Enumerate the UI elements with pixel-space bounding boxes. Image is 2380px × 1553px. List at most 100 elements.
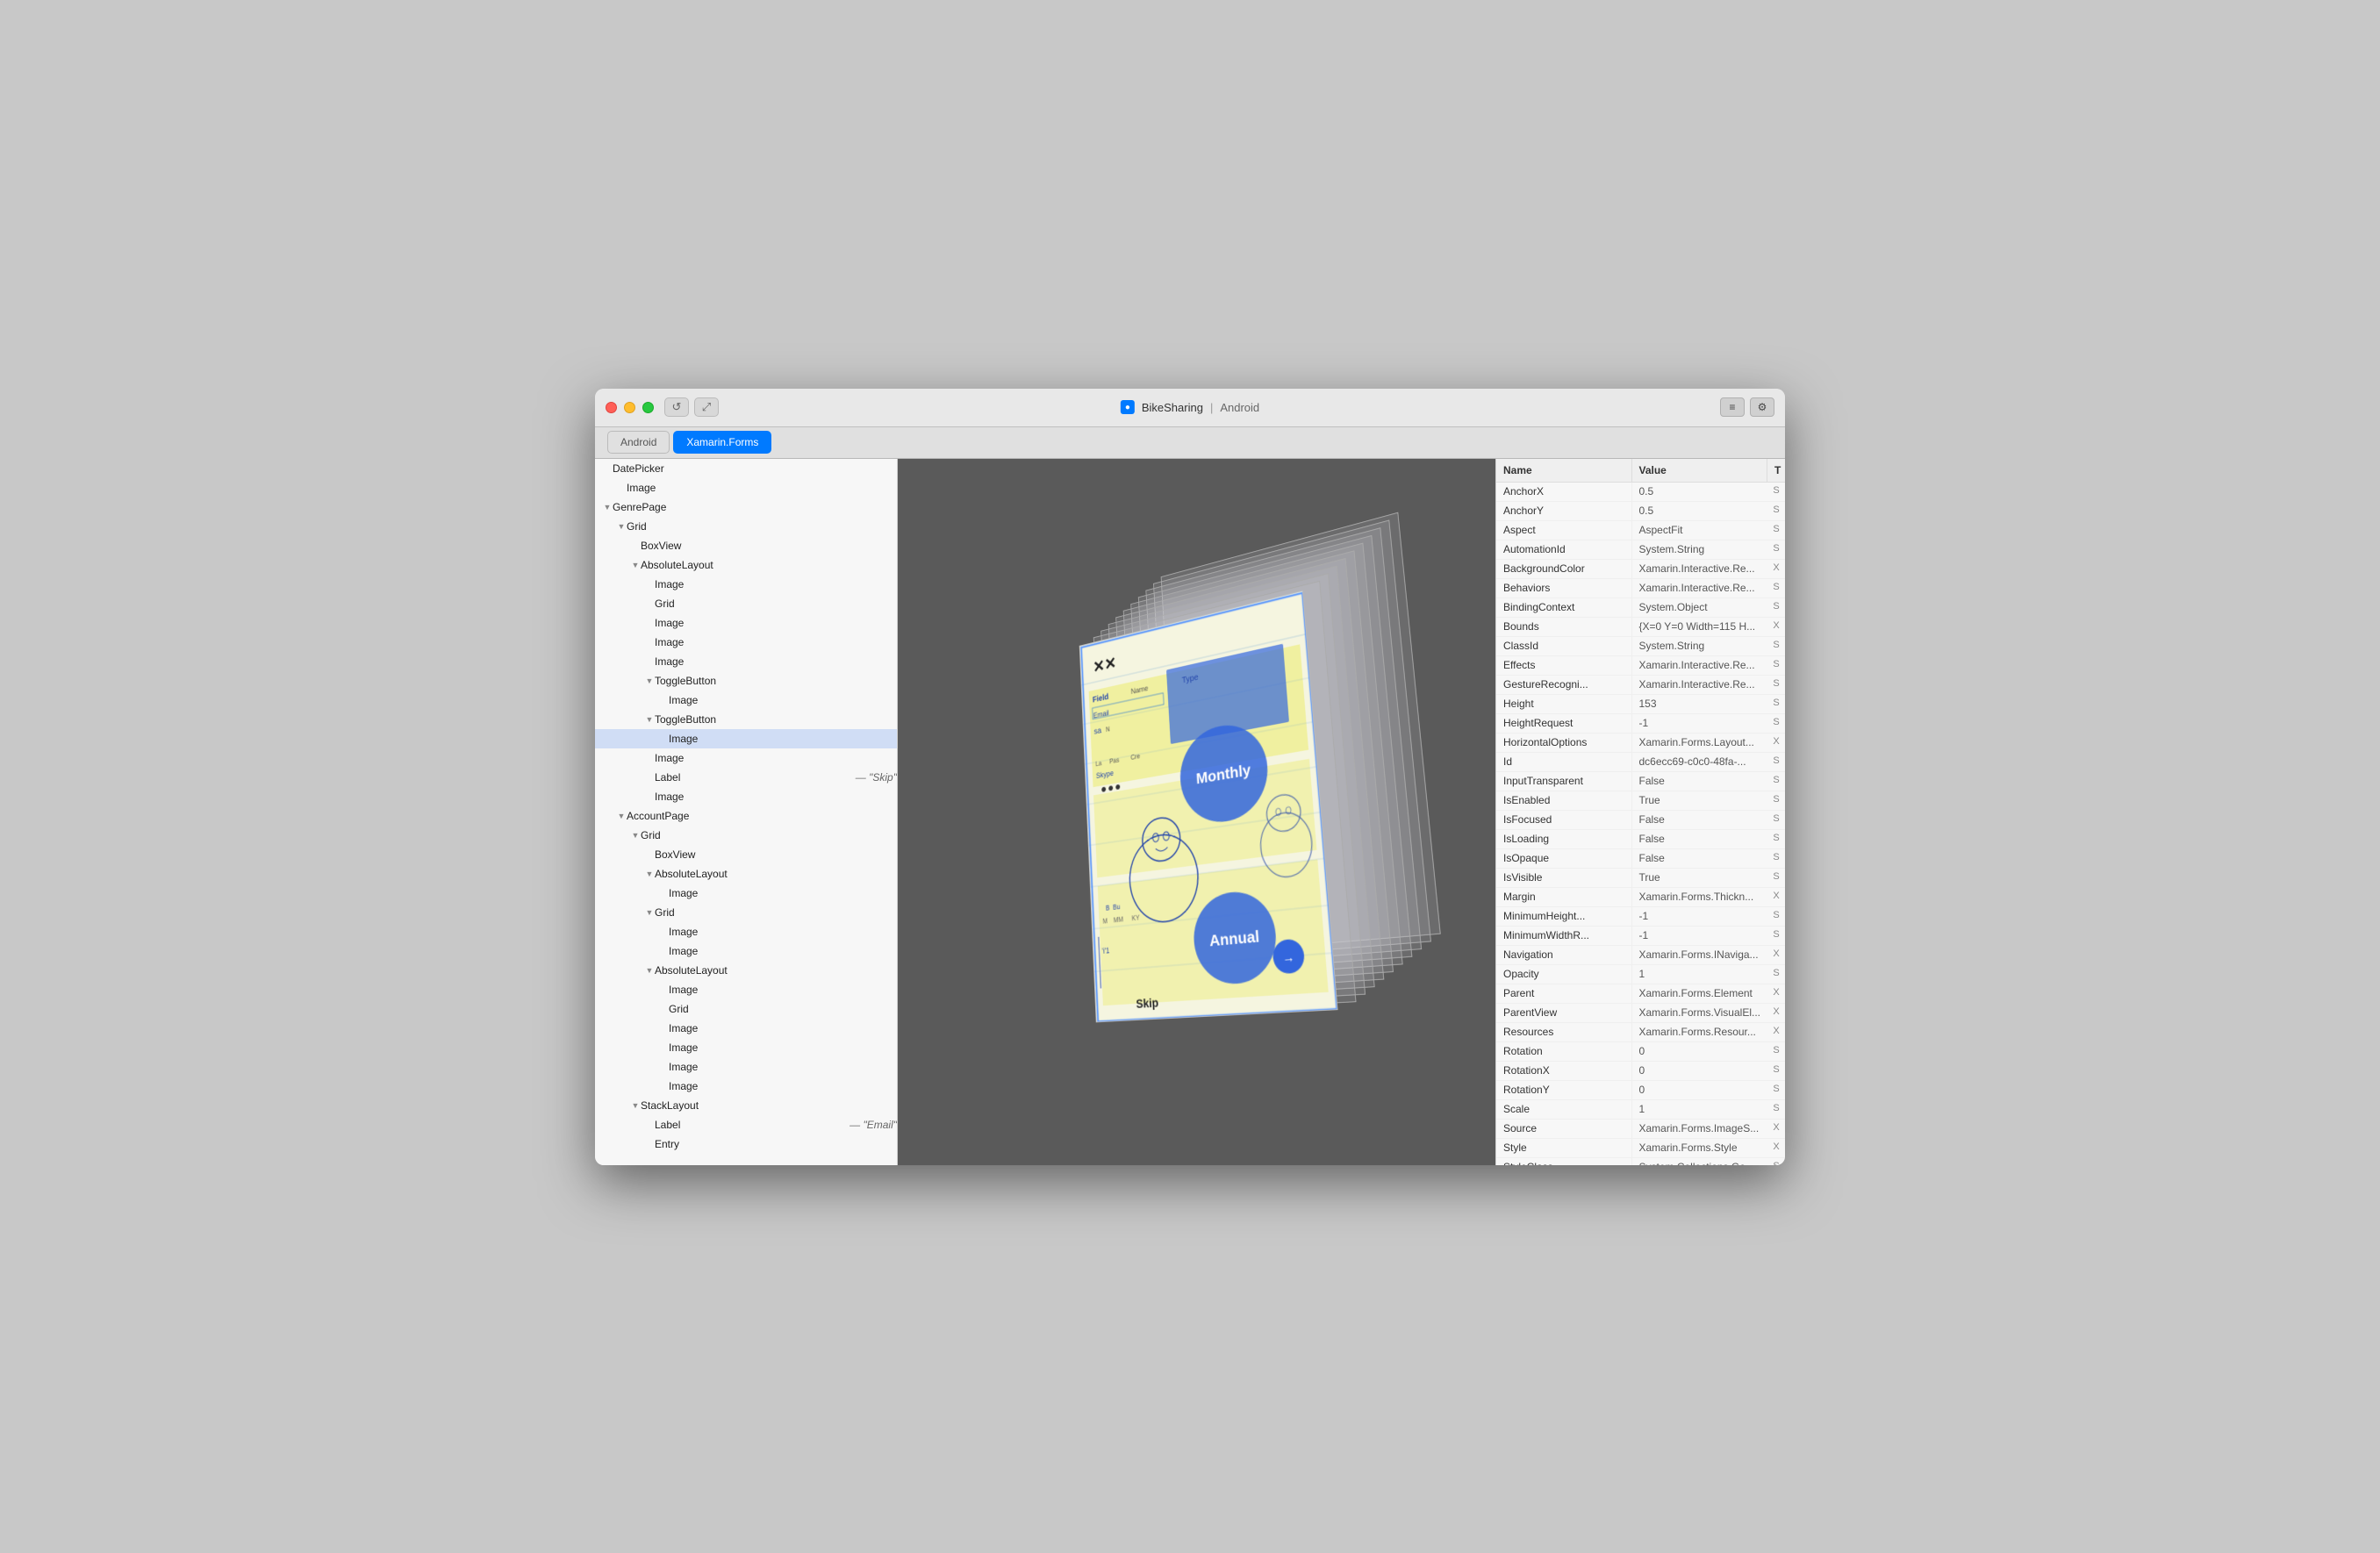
- svg-text:'i'1: 'i'1: [1101, 946, 1109, 955]
- svg-text:KY: KY: [1131, 913, 1139, 922]
- property-name: IsLoading: [1496, 830, 1632, 848]
- property-value[interactable]: 0.5: [1632, 483, 1768, 501]
- tree-item-label: StackLayout: [641, 1099, 897, 1112]
- property-value[interactable]: 0: [1632, 1081, 1768, 1099]
- property-value[interactable]: Xamarin.Interactive.Re...: [1632, 579, 1768, 598]
- property-value[interactable]: System.Collections.Ge...: [1632, 1158, 1768, 1165]
- tree-item[interactable]: Entry: [595, 1134, 897, 1154]
- property-value[interactable]: Xamarin.Forms.Layout...: [1632, 734, 1768, 752]
- property-value[interactable]: System.Object: [1632, 598, 1768, 617]
- property-value[interactable]: AspectFit: [1632, 521, 1768, 540]
- property-row: Opacity1S: [1496, 965, 1785, 984]
- property-value[interactable]: System.String: [1632, 637, 1768, 655]
- property-row: AnchorY0.5S: [1496, 502, 1785, 521]
- tree-item[interactable]: Image: [595, 884, 897, 903]
- property-value[interactable]: Xamarin.Forms.ImageS...: [1632, 1120, 1768, 1138]
- property-type: X: [1767, 618, 1785, 636]
- tree-item[interactable]: Label — "Skip": [595, 768, 897, 787]
- tree-item[interactable]: Grid: [595, 999, 897, 1019]
- tree-item[interactable]: ▼ToggleButton: [595, 671, 897, 691]
- tree-item[interactable]: ▼Grid: [595, 826, 897, 845]
- tree-item[interactable]: ▼Grid: [595, 517, 897, 536]
- tree-item[interactable]: ▼AbsoluteLayout: [595, 555, 897, 575]
- tree-item[interactable]: Grid: [595, 594, 897, 613]
- property-value[interactable]: -1: [1632, 927, 1768, 945]
- tree-item[interactable]: Image: [595, 787, 897, 806]
- tree-item[interactable]: Label — "Email": [595, 1115, 897, 1134]
- tree-item[interactable]: BoxView: [595, 536, 897, 555]
- property-value[interactable]: True: [1632, 791, 1768, 810]
- property-value[interactable]: Xamarin.Forms.Element: [1632, 984, 1768, 1003]
- property-row: MinimumHeight...-1S: [1496, 907, 1785, 927]
- tree-item[interactable]: Image: [595, 941, 897, 961]
- property-value[interactable]: 1: [1632, 965, 1768, 984]
- tree-item[interactable]: Image: [595, 1038, 897, 1057]
- property-value[interactable]: Xamarin.Interactive.Re...: [1632, 676, 1768, 694]
- property-type: X: [1767, 1004, 1785, 1022]
- tree-item[interactable]: Image: [595, 748, 897, 768]
- minimize-button[interactable]: [624, 402, 635, 413]
- tree-item-label: Label: [655, 771, 856, 784]
- tree-item[interactable]: ▼ToggleButton: [595, 710, 897, 729]
- tree-item[interactable]: Image: [595, 980, 897, 999]
- tree-item[interactable]: Image: [595, 1057, 897, 1077]
- property-value[interactable]: Xamarin.Interactive.Re...: [1632, 560, 1768, 578]
- tree-item[interactable]: Image: [595, 729, 897, 748]
- list-view-button[interactable]: ≡: [1720, 397, 1745, 417]
- tree-item-label: Grid: [627, 520, 897, 533]
- nav-button[interactable]: ⤢: [694, 397, 719, 417]
- property-row: Rotation0S: [1496, 1042, 1785, 1062]
- tree-item[interactable]: ▼AbsoluteLayout: [595, 864, 897, 884]
- tree-item[interactable]: ▼Grid: [595, 903, 897, 922]
- tree-item[interactable]: ▼AbsoluteLayout: [595, 961, 897, 980]
- app-window: ↺ ⤢ ● BikeSharing | Android ≡ ⚙ Android …: [595, 389, 1785, 1165]
- property-name: InputTransparent: [1496, 772, 1632, 791]
- property-value[interactable]: -1: [1632, 907, 1768, 926]
- property-row: AutomationIdSystem.StringS: [1496, 540, 1785, 560]
- settings-button[interactable]: ⚙: [1750, 397, 1774, 417]
- property-value[interactable]: -1: [1632, 714, 1768, 733]
- tree-item[interactable]: Image: [595, 633, 897, 652]
- tree-item[interactable]: BoxView: [595, 845, 897, 864]
- tree-item[interactable]: Image: [595, 652, 897, 671]
- property-value[interactable]: Xamarin.Forms.Resour...: [1632, 1023, 1768, 1041]
- property-value[interactable]: 0.5: [1632, 502, 1768, 520]
- property-value[interactable]: 153: [1632, 695, 1768, 713]
- tree-item[interactable]: Image: [595, 1019, 897, 1038]
- tree-item[interactable]: DatePicker: [595, 459, 897, 478]
- tree-item[interactable]: Image: [595, 575, 897, 594]
- property-value[interactable]: False: [1632, 849, 1768, 868]
- tree-item[interactable]: Image: [595, 691, 897, 710]
- property-value[interactable]: System.String: [1632, 540, 1768, 559]
- maximize-button[interactable]: [642, 402, 654, 413]
- close-button[interactable]: [606, 402, 617, 413]
- property-value[interactable]: Xamarin.Forms.VisualEl...: [1632, 1004, 1768, 1022]
- property-value[interactable]: 0: [1632, 1062, 1768, 1080]
- property-row: ResourcesXamarin.Forms.Resour...X: [1496, 1023, 1785, 1042]
- property-value[interactable]: 1: [1632, 1100, 1768, 1119]
- property-value[interactable]: False: [1632, 811, 1768, 829]
- property-value[interactable]: False: [1632, 772, 1768, 791]
- property-type: X: [1767, 946, 1785, 964]
- property-value[interactable]: Xamarin.Forms.INaviga...: [1632, 946, 1768, 964]
- refresh-button[interactable]: ↺: [664, 397, 689, 417]
- property-value[interactable]: True: [1632, 869, 1768, 887]
- tab-android[interactable]: Android: [607, 431, 670, 454]
- property-value[interactable]: dc6ecc69-c0c0-48fa-...: [1632, 753, 1768, 771]
- tree-item[interactable]: Image: [595, 613, 897, 633]
- tab-xamarin[interactable]: Xamarin.Forms: [673, 431, 771, 454]
- tree-item[interactable]: Image: [595, 922, 897, 941]
- property-row: NavigationXamarin.Forms.INaviga...X: [1496, 946, 1785, 965]
- property-value[interactable]: 0: [1632, 1042, 1768, 1061]
- property-value[interactable]: Xamarin.Forms.Style: [1632, 1139, 1768, 1157]
- tree-item[interactable]: Image: [595, 1077, 897, 1096]
- property-value[interactable]: {X=0 Y=0 Width=115 H...: [1632, 618, 1768, 636]
- tree-item[interactable]: ▼GenrePage: [595, 497, 897, 517]
- tree-item[interactable]: ▼AccountPage: [595, 806, 897, 826]
- property-value[interactable]: False: [1632, 830, 1768, 848]
- titlebar-center: ● BikeSharing | Android: [1121, 400, 1259, 414]
- property-value[interactable]: Xamarin.Forms.Thickn...: [1632, 888, 1768, 906]
- tree-item[interactable]: Image: [595, 478, 897, 497]
- tree-item[interactable]: ▼StackLayout: [595, 1096, 897, 1115]
- property-value[interactable]: Xamarin.Interactive.Re...: [1632, 656, 1768, 675]
